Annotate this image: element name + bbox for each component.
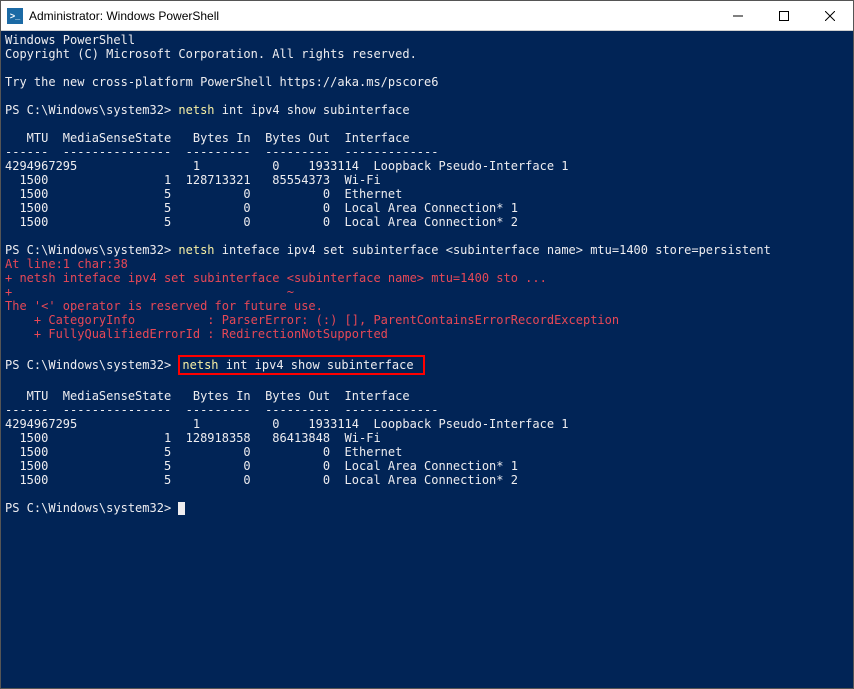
maximize-icon xyxy=(779,11,789,21)
prompt: PS C:\Windows\system32> xyxy=(5,103,171,117)
powershell-window: >_ Administrator: Windows PowerShell Win… xyxy=(0,0,854,689)
header-line: Windows PowerShell xyxy=(5,33,135,47)
table-row: 4294967295 1 0 1933114 Loopback Pseudo-I… xyxy=(5,159,569,173)
table-row: 4294967295 1 0 1933114 Loopback Pseudo-I… xyxy=(5,417,569,431)
minimize-icon xyxy=(733,11,743,21)
cursor xyxy=(178,502,185,515)
table-separator: ------ --------------- --------- -------… xyxy=(5,403,438,417)
table-row: 1500 5 0 0 Local Area Connection* 1 xyxy=(5,201,518,215)
table-row: 1500 5 0 0 Local Area Connection* 2 xyxy=(5,215,518,229)
command-token: netsh xyxy=(182,358,218,372)
command-token: netsh xyxy=(178,103,214,117)
table-row: 1500 5 0 0 Ethernet xyxy=(5,187,402,201)
prompt: PS C:\Windows\system32> xyxy=(5,501,171,515)
command-args: int ipv4 show subinterface xyxy=(219,358,414,372)
maximize-button[interactable] xyxy=(761,1,807,31)
highlighted-command: netsh int ipv4 show subinterface xyxy=(178,355,424,375)
close-button[interactable] xyxy=(807,1,853,31)
table-header: MTU MediaSenseState Bytes In Bytes Out I… xyxy=(5,389,410,403)
minimize-button[interactable] xyxy=(715,1,761,31)
command-args: int ipv4 show subinterface xyxy=(215,103,410,117)
table-separator: ------ --------------- --------- -------… xyxy=(5,145,438,159)
prompt: PS C:\Windows\system32> xyxy=(5,243,171,257)
terminal-output[interactable]: Windows PowerShell Copyright (C) Microso… xyxy=(1,31,853,688)
error-line: The '<' operator is reserved for future … xyxy=(5,299,323,313)
header-line: Try the new cross-platform PowerShell ht… xyxy=(5,75,438,89)
error-line: + ~ xyxy=(5,285,294,299)
header-line: Copyright (C) Microsoft Corporation. All… xyxy=(5,47,417,61)
table-row: 1500 5 0 0 Ethernet xyxy=(5,445,402,459)
window-title: Administrator: Windows PowerShell xyxy=(29,9,219,23)
table-row: 1500 5 0 0 Local Area Connection* 1 xyxy=(5,459,518,473)
table-row: 1500 1 128918358 86413848 Wi-Fi xyxy=(5,431,381,445)
table-header: MTU MediaSenseState Bytes In Bytes Out I… xyxy=(5,131,410,145)
prompt: PS C:\Windows\system32> xyxy=(5,358,171,372)
table-row: 1500 1 128713321 85554373 Wi-Fi xyxy=(5,173,381,187)
error-line: + FullyQualifiedErrorId : RedirectionNot… xyxy=(5,327,388,341)
table-row: 1500 5 0 0 Local Area Connection* 2 xyxy=(5,473,518,487)
command-args: inteface ipv4 set subinterface <subinter… xyxy=(215,243,771,257)
error-line: + CategoryInfo : ParserError: (:) [], Pa… xyxy=(5,313,619,327)
error-line: At line:1 char:38 xyxy=(5,257,128,271)
close-icon xyxy=(825,11,835,21)
powershell-icon: >_ xyxy=(7,8,23,24)
error-line: + netsh inteface ipv4 set subinterface <… xyxy=(5,271,547,285)
command-token: netsh xyxy=(178,243,214,257)
titlebar[interactable]: >_ Administrator: Windows PowerShell xyxy=(1,1,853,31)
